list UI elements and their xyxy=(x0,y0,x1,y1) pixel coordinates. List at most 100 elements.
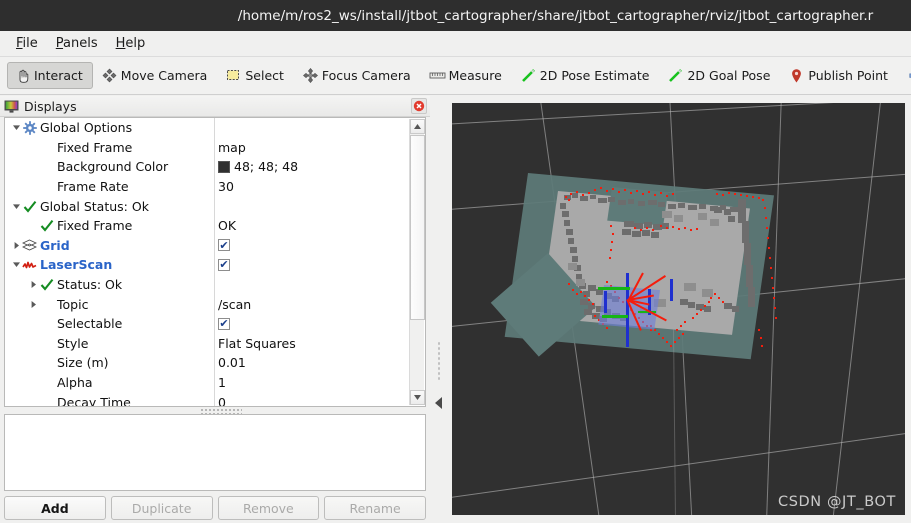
tree-row[interactable]: LaserScan ✔ xyxy=(5,255,409,275)
tree-row-value[interactable]: ✔ xyxy=(218,314,230,334)
laser-scan-point xyxy=(672,226,675,229)
laser-scan-point xyxy=(676,329,679,332)
menubar: File Panels Help xyxy=(0,31,911,57)
menu-file[interactable]: File xyxy=(7,33,47,55)
tool-interact[interactable]: Interact xyxy=(7,62,93,89)
laser-scan-point xyxy=(652,229,655,232)
occupancy-partial-cell xyxy=(702,289,713,297)
checkbox[interactable]: ✔ xyxy=(218,239,230,252)
occupancy-partial-cell xyxy=(684,283,696,291)
laser-scan-point xyxy=(572,289,575,292)
tree-row-value[interactable]: 48; 48; 48 xyxy=(218,157,298,177)
tool-2d-pose-estimate[interactable]: 2D Pose Estimate xyxy=(513,62,660,89)
tree-vertical-scrollbar[interactable] xyxy=(409,119,425,405)
viewport-scene xyxy=(452,103,905,515)
grid-line xyxy=(452,423,905,502)
occupancy-wall-cell xyxy=(590,195,596,199)
tree-row[interactable]: Style Flat Squares xyxy=(5,334,409,354)
tree-row-value[interactable]: /scan xyxy=(218,294,251,314)
tool-publish-point[interactable]: Publish Point xyxy=(781,62,898,89)
chevron-right-icon[interactable] xyxy=(28,279,39,290)
tool-select[interactable]: Select xyxy=(218,62,294,89)
tree-row[interactable]: Selectable ✔ xyxy=(5,314,409,334)
menu-panels[interactable]: Panels xyxy=(47,33,107,55)
scroll-down-arrow-icon[interactable] xyxy=(410,390,425,405)
tree-row-value[interactable]: 1 xyxy=(218,373,226,393)
dock-viewport-splitter[interactable] xyxy=(430,96,450,523)
tree-row[interactable]: Status: Ok xyxy=(5,275,409,295)
splitter-grip[interactable] xyxy=(437,341,441,381)
laser-scan-point xyxy=(636,190,639,193)
tree-row[interactable]: Fixed Frame OK xyxy=(5,216,409,236)
tree-row-value[interactable]: map xyxy=(218,138,246,158)
grid-line xyxy=(673,329,676,515)
laser-scan-point xyxy=(760,337,763,340)
laser-scan-point xyxy=(582,194,585,197)
laser-scan-point xyxy=(609,257,612,260)
tree-row[interactable]: Frame Rate 30 xyxy=(5,177,409,197)
laser-scan-point xyxy=(765,217,768,220)
tree-row-value[interactable]: OK xyxy=(218,216,236,236)
display-properties-blank-area[interactable] xyxy=(4,414,426,491)
displays-tree[interactable]: Global Options Fixed Frame map Background C… xyxy=(4,117,426,407)
tree-row-label: Topic xyxy=(57,296,89,312)
occupancy-wall-cell xyxy=(632,231,641,237)
tool-2d-goal-pose[interactable]: 2D Goal Pose xyxy=(660,62,780,89)
laser-scan-point xyxy=(770,267,773,270)
scrollbar-thumb[interactable] xyxy=(410,135,425,320)
tree-row-value[interactable]: 30 xyxy=(218,177,234,197)
occupancy-wall-cell xyxy=(598,198,607,203)
laser-scan-point xyxy=(666,341,669,344)
tree-row[interactable]: Size (m) 0.01 xyxy=(5,353,409,373)
tree-row[interactable]: Grid ✔ xyxy=(5,236,409,256)
duplicate-button[interactable]: Duplicate xyxy=(110,496,213,520)
remove-button[interactable]: Remove xyxy=(217,496,320,520)
tool-add-new[interactable] xyxy=(899,62,911,89)
chevron-down-icon[interactable] xyxy=(11,122,22,133)
laser-scan-point xyxy=(666,195,669,198)
color-swatch[interactable] xyxy=(218,160,230,173)
rename-button[interactable]: Rename xyxy=(324,496,426,520)
occupancy-wall-cell xyxy=(738,199,746,223)
chevron-right-icon[interactable] xyxy=(11,240,22,251)
none xyxy=(39,140,54,155)
tree-row[interactable]: Decay Time 0 xyxy=(5,392,409,406)
scroll-up-arrow-icon[interactable] xyxy=(410,119,425,134)
tree-row-value[interactable]: 0 xyxy=(218,392,226,406)
tree-row[interactable]: Fixed Frame map xyxy=(5,138,409,158)
close-icon[interactable] xyxy=(411,98,427,114)
checkbox[interactable]: ✔ xyxy=(218,317,230,330)
chevron-down-icon[interactable] xyxy=(11,259,22,270)
tree-row-value[interactable]: ✔ xyxy=(218,236,230,256)
laser-scan-point xyxy=(568,283,571,286)
tool-focus-camera[interactable]: Focus Camera xyxy=(295,62,421,89)
tree-row-value[interactable]: Flat Squares xyxy=(218,334,296,354)
chevron-down-icon[interactable] xyxy=(11,201,22,212)
tree-row[interactable]: Global Status: Ok xyxy=(5,196,409,216)
tree-row-value[interactable]: ✔ xyxy=(218,255,230,275)
tree-row[interactable]: Topic/scan xyxy=(5,294,409,314)
laser-scan-point xyxy=(773,297,776,300)
chevron-right-icon[interactable] xyxy=(28,299,39,310)
occupancy-wall-cell xyxy=(732,306,739,312)
tree-row-value-text: 48; 48; 48 xyxy=(234,159,299,175)
occupancy-wall-cell xyxy=(680,299,688,305)
checkbox[interactable]: ✔ xyxy=(218,258,230,271)
tree-row-value[interactable]: 0.01 xyxy=(218,353,246,373)
render-viewport-3d[interactable]: CSDN @JT_BOT xyxy=(452,103,905,515)
laser-scan-point xyxy=(680,325,683,328)
tree-row[interactable]: Background Color 48; 48; 48 xyxy=(5,157,409,177)
tree-row[interactable]: Alpha 1 xyxy=(5,373,409,393)
tree-row-label: Background Color xyxy=(57,159,169,175)
menu-help[interactable]: Help xyxy=(107,33,155,55)
tool-measure[interactable]: Measure xyxy=(422,62,512,89)
menu-panels-label-rest: anels xyxy=(63,35,98,51)
add-button[interactable]: Add xyxy=(4,496,106,520)
collapse-left-arrow-icon[interactable] xyxy=(435,397,442,409)
tree-row[interactable]: Global Options xyxy=(5,118,409,138)
check-icon xyxy=(39,277,54,292)
tool-move-camera[interactable]: Move Camera xyxy=(94,62,218,89)
none xyxy=(39,316,54,331)
